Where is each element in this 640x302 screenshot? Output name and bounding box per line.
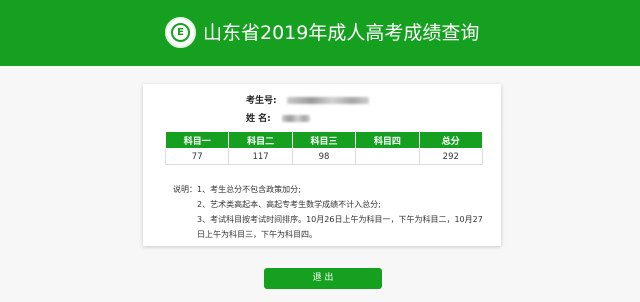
notes-lead: 说明： <box>173 185 197 194</box>
name-value-redacted <box>281 115 310 122</box>
name-label: 姓 名: <box>246 114 271 124</box>
total-header: 总分 <box>418 131 484 149</box>
subject-3-header: 科目三 <box>291 131 357 149</box>
note-item: 1、考生总分不包含政策加分; <box>197 185 301 194</box>
subject-1-score: 77 <box>164 148 230 165</box>
score-header-row: 科目一 科目二 科目三 科目四 总分 <box>164 131 484 149</box>
subject-4-header: 科目四 <box>355 131 420 149</box>
subject-3-score: 98 <box>291 148 357 165</box>
score-value-row: 77 117 98 292 <box>164 148 484 165</box>
name-row: 姓 名: <box>246 112 310 126</box>
page-header: E 山东省2019年成人高考成绩查询 <box>0 0 640 66</box>
subject-2-header: 科目二 <box>228 131 293 149</box>
page-title: 山东省2019年成人高考成绩查询 <box>203 22 480 44</box>
exam-number-value-redacted <box>287 97 370 104</box>
note-item: 3、考试科目按考试时间排序。10月26日上午为科目一，下午为科目二，10月27 <box>197 215 483 224</box>
subject-4-score <box>355 148 420 165</box>
score-table: 科目一 科目二 科目三 科目四 总分 77 117 98 292 <box>164 131 484 165</box>
result-card: 考生号: 姓 名: 科目一 科目二 科目三 科目四 总分 77 117 98 2… <box>143 84 501 246</box>
exit-button[interactable]: 退 出 <box>264 268 382 289</box>
subject-2-score: 117 <box>228 148 293 165</box>
notes-section: 说明： 1、考生总分不包含政策加分; 2、艺术类高起本、高起专考生数学成绩不计入… <box>173 182 488 242</box>
total-score: 292 <box>418 148 484 165</box>
exam-number-label: 考生号: <box>246 96 277 106</box>
subject-1-header: 科目一 <box>164 131 230 149</box>
exam-number-row: 考生号: <box>246 94 370 108</box>
note-item: 日上午为科目三，下午为科目四。 <box>197 230 317 239</box>
exam-logo-icon: E <box>165 17 196 48</box>
note-item: 2、艺术类高起本、高起专考生数学成绩不计入总分; <box>197 200 381 209</box>
